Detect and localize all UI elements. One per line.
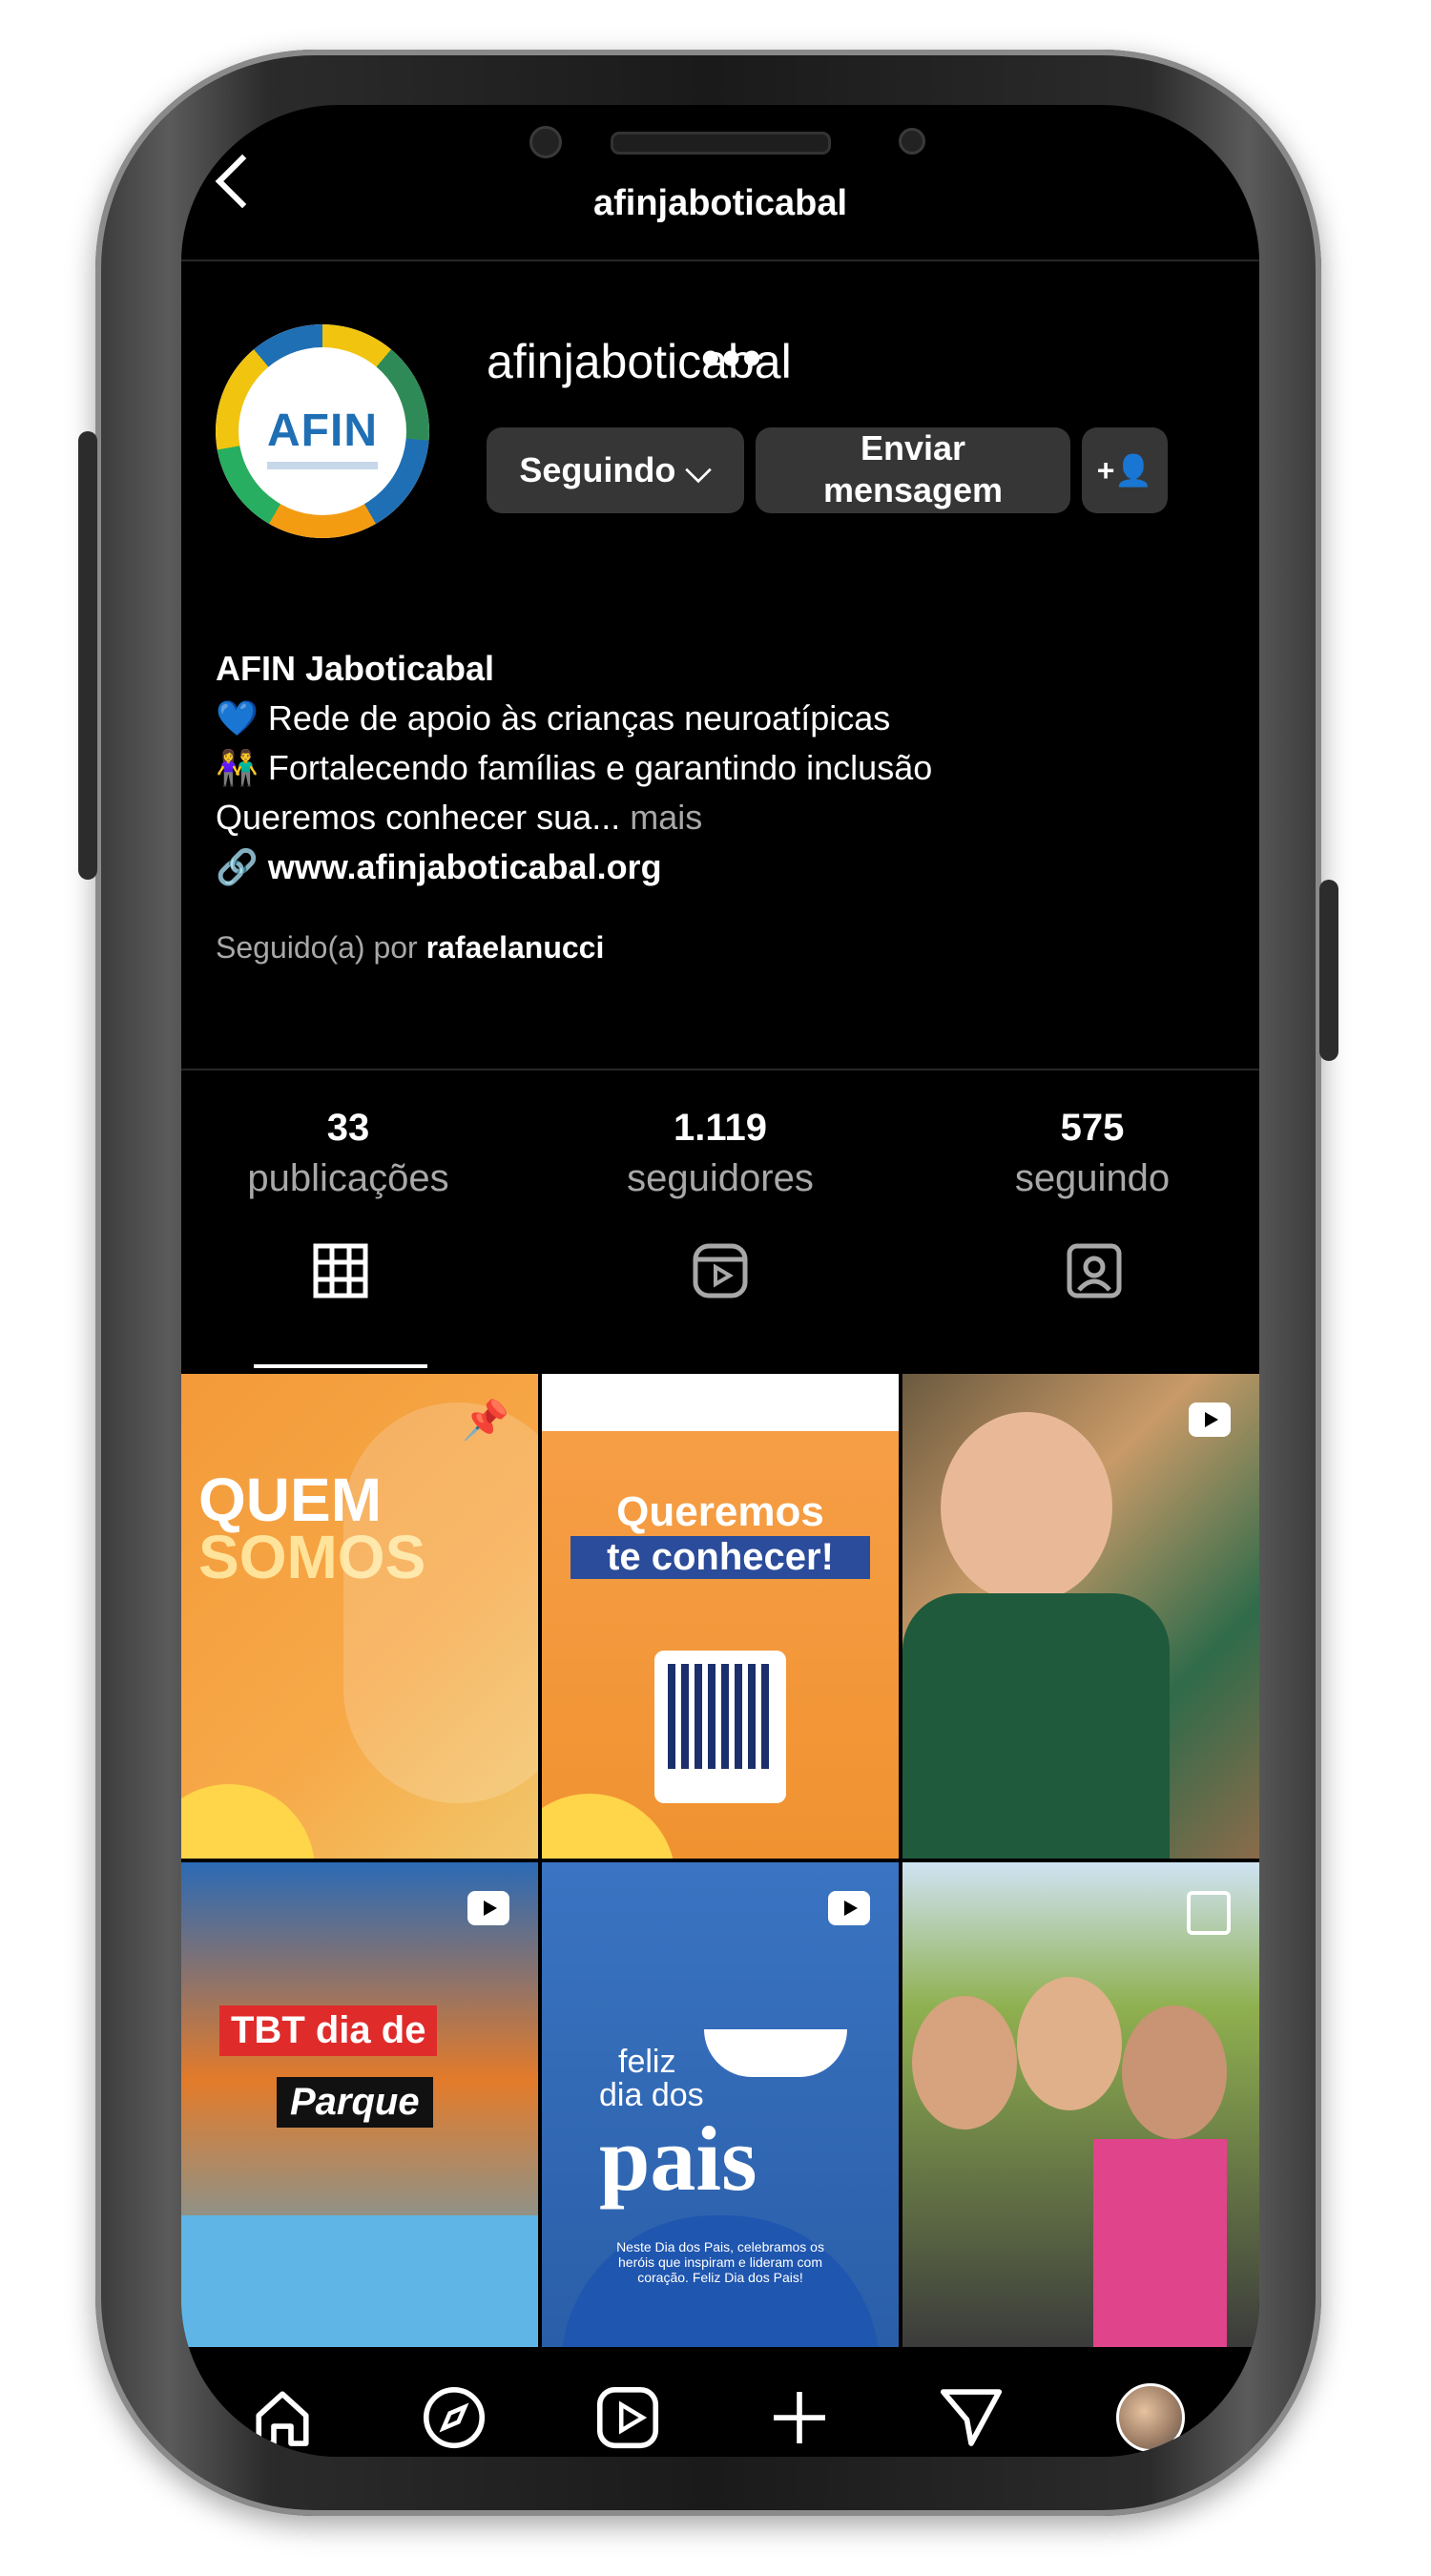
bio-link[interactable]: www.afinjaboticabal.org [268,847,662,886]
bio-line-1: 💙 Rede de apoio às crianças neuroatípica… [216,698,891,737]
post-queremos-line2: te conhecer! [570,1536,870,1579]
home-icon[interactable] [248,2383,317,2452]
avatar-logo: AFIN [267,405,378,456]
post-pais-small: Neste Dia dos Pais, celebramos os heróis… [616,2239,824,2285]
bio-line-2: 👫 Fortalecendo famílias e garantindo inc… [216,748,933,787]
post-girl-eating[interactable] [902,1374,1259,1859]
more-options-icon[interactable]: ••• [701,326,763,388]
girl-face [941,1412,1112,1603]
stats-divider [181,1069,1259,1070]
header-title: afinjaboticabal [592,183,848,223]
person-1 [912,1996,1017,2129]
reel-badge-icon [467,1891,509,1925]
link-icon: 🔗 [216,847,259,886]
stat-posts-label: publicações [247,1157,449,1199]
stat-followers[interactable]: 1.119 seguidores [563,1107,878,1200]
post-quem-somos-photo [343,1402,538,1803]
followed-by[interactable]: Seguido(a) por rafaelanucci [216,930,604,966]
send-message-label-2: mensagem [822,470,1004,509]
post-queremos[interactable]: Queremos te conhecer! [542,1374,899,1859]
post-tbt-line2: Parque [277,2077,433,2128]
stat-followers-label: seguidores [627,1157,814,1199]
post-queremos-line1: Queremos [616,1488,824,1535]
post-tbt-parque[interactable]: TBT dia de Parque [181,1862,538,2347]
bio-more-link[interactable]: mais [630,798,702,837]
send-message-label-1: Enviar [860,428,966,467]
posts-grid: QUEM SOMOS 📌 Queremos te conhecer! TBT d… [181,1374,1259,2357]
post-queremos-topbar [542,1374,899,1431]
bottom-navigation [181,2357,1259,2457]
stat-posts[interactable]: 33 publicações [191,1107,506,1200]
reel-badge-icon [828,1891,870,1925]
post-dia-dos-pais[interactable]: feliz dia dos pais Neste Dia dos Pais, c… [542,1862,899,2347]
phone-screen: afinjaboticabal AFIN afinjaboticabal •••… [181,105,1259,2457]
pin-icon: 📌 [462,1400,509,1442]
reels-tab-icon[interactable] [690,1240,751,1301]
profile-avatar[interactable] [1116,2383,1185,2452]
avatar-logo-underline [267,462,378,469]
girl-shirt [902,1593,1170,1859]
bio-line-3-text: Queremos conhecer sua... [216,798,621,837]
tagged-icon[interactable] [1064,1240,1125,1301]
reels-icon[interactable] [593,2383,662,2452]
person-2 [1017,1977,1122,2110]
followed-by-user[interactable]: rafaelanucci [426,930,605,965]
stat-following-value: 575 [1060,1107,1125,1149]
power-button [1319,880,1338,1061]
bio-line-3: Queremos conhecer sua... mais [216,798,702,838]
stat-posts-value: 33 [326,1107,370,1149]
post-quem-somos-shape [181,1784,315,1859]
post-group-photo[interactable] [902,1862,1259,2347]
qr-code [654,1651,786,1803]
post-pais-line1: feliz [618,2044,676,2080]
mustache-icon [704,2029,847,2077]
multi-photo-icon [1187,1891,1231,1935]
bio-name-text: AFIN Jaboticabal [216,649,495,688]
qr-pattern [668,1664,773,1769]
followed-by-prefix: Seguido(a) por [216,930,418,965]
person-3 [1122,2005,1227,2139]
post-queremos-shape [542,1794,675,1859]
following-button[interactable]: Seguindo ⌵ [487,427,744,513]
profile-avatar[interactable]: AFIN [216,324,429,538]
create-icon[interactable] [765,2383,834,2452]
stat-following[interactable]: 575 seguindo [935,1107,1250,1200]
post-pais-line3: pais [599,2108,757,2210]
active-tab-indicator [254,1364,427,1368]
post-tbt-mural [181,2215,538,2347]
send-message-button[interactable]: Enviar mensagem [756,427,1070,513]
post-tbt-line1: TBT dia de [219,2005,438,2056]
grid-icon[interactable] [310,1240,371,1301]
volume-button [78,431,97,880]
bio-link-row[interactable]: 🔗 www.afinjaboticabal.org [216,847,662,887]
add-user-button[interactable]: +👤 [1082,427,1168,513]
profile-header: afinjaboticabal [181,105,1259,261]
post-quem-somos[interactable]: QUEM SOMOS 📌 [181,1374,538,1859]
stat-following-label: seguindo [1014,1157,1171,1199]
stat-followers-value: 1.119 [674,1107,767,1149]
bio-name: AFIN Jaboticabal [216,649,494,689]
direct-icon[interactable] [937,2383,1006,2452]
avatar-inner: AFIN [238,347,406,515]
explore-icon[interactable] [420,2383,488,2452]
pink-shirt [1093,2139,1227,2347]
reel-badge-icon [1189,1402,1231,1437]
